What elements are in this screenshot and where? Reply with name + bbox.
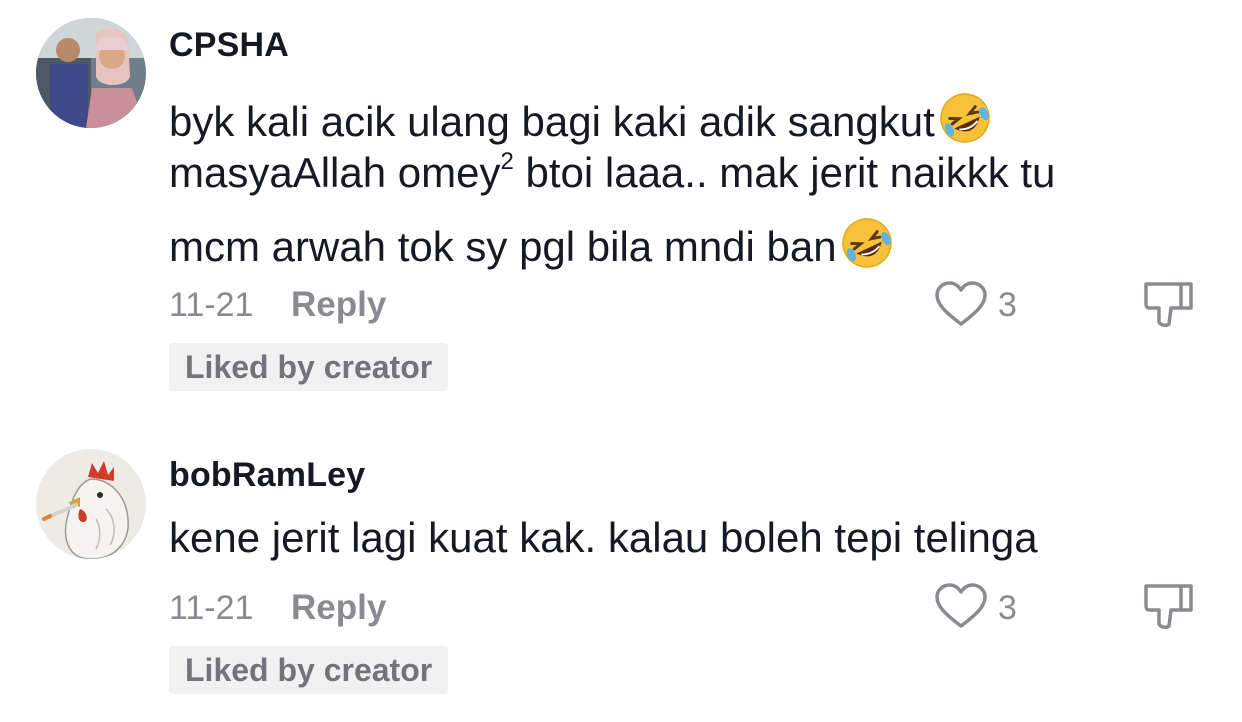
avatar[interactable] — [36, 449, 146, 559]
comment-item: bobRamLey kene jerit lagi kuat kak. kala… — [0, 0, 1242, 722]
comment-date: 11-21 — [169, 589, 254, 627]
dislike-button[interactable] — [1141, 578, 1197, 634]
comment-text: kene jerit lagi kuat kak. kalau boleh te… — [169, 514, 1038, 561]
like-button[interactable] — [933, 582, 989, 632]
reply-button[interactable]: Reply — [291, 588, 386, 628]
like-count: 3 — [998, 589, 1017, 627]
liked-by-creator-badge: Liked by creator — [169, 646, 449, 694]
thumbs-down-icon — [1141, 584, 1197, 638]
comment-username[interactable]: bobRamLey — [169, 456, 365, 495]
heart-outline-icon — [933, 583, 989, 636]
comment-text-line: kene jerit lagi kuat kak. kalau boleh te… — [169, 514, 1038, 562]
